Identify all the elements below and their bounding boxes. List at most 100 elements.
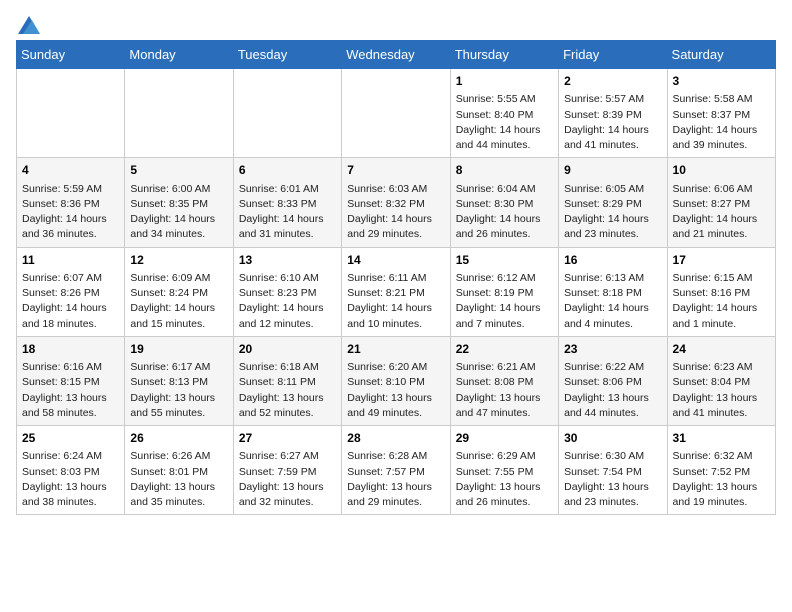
day-info: Sunrise: 6:30 AM Sunset: 7:54 PM Dayligh…: [564, 449, 661, 510]
calendar-cell: 26 Sunrise: 6:26 AM Sunset: 8:01 PM Dayli…: [125, 426, 233, 515]
logo: [16, 16, 40, 30]
calendar-week-2: 4 Sunrise: 5:59 AM Sunset: 8:36 PM Daylig…: [17, 158, 776, 247]
logo-icon: [18, 16, 40, 34]
calendar-cell: 9 Sunrise: 6:05 AM Sunset: 8:29 PM Daylig…: [559, 158, 667, 247]
day-info: Sunrise: 6:26 AM Sunset: 8:01 PM Dayligh…: [130, 449, 227, 510]
day-info: Sunrise: 6:22 AM Sunset: 8:06 PM Dayligh…: [564, 360, 661, 421]
calendar-cell: 16 Sunrise: 6:13 AM Sunset: 8:18 PM Dayli…: [559, 247, 667, 336]
day-number: 13: [239, 252, 336, 269]
day-info: Sunrise: 6:09 AM Sunset: 8:24 PM Dayligh…: [130, 271, 227, 332]
calendar-week-1: 1 Sunrise: 5:55 AM Sunset: 8:40 PM Daylig…: [17, 69, 776, 158]
day-number: 20: [239, 341, 336, 358]
day-number: 15: [456, 252, 553, 269]
calendar-week-4: 18Sunrise: 6:16 AM Sunset: 8:15 PM Dayli…: [17, 336, 776, 425]
calendar-cell: 30 Sunrise: 6:30 AM Sunset: 7:54 PM Dayli…: [559, 426, 667, 515]
calendar-cell: 31Sunrise: 6:32 AM Sunset: 7:52 PM Dayli…: [667, 426, 775, 515]
page-header: [16, 16, 776, 30]
day-number: 14: [347, 252, 444, 269]
day-number: 25: [22, 430, 119, 447]
calendar-week-5: 25 Sunrise: 6:24 AM Sunset: 8:03 PM Dayli…: [17, 426, 776, 515]
day-info: Sunrise: 5:59 AM Sunset: 8:36 PM Dayligh…: [22, 182, 119, 243]
calendar-cell: [17, 69, 125, 158]
calendar-cell: 27Sunrise: 6:27 AM Sunset: 7:59 PM Dayli…: [233, 426, 341, 515]
day-number: 24: [673, 341, 770, 358]
day-number: 4: [22, 162, 119, 179]
day-info: Sunrise: 6:29 AM Sunset: 7:55 PM Dayligh…: [456, 449, 553, 510]
day-info: Sunrise: 6:32 AM Sunset: 7:52 PM Dayligh…: [673, 449, 770, 510]
day-info: Sunrise: 5:57 AM Sunset: 8:39 PM Dayligh…: [564, 92, 661, 153]
day-info: Sunrise: 6:17 AM Sunset: 8:13 PM Dayligh…: [130, 360, 227, 421]
day-number: 17: [673, 252, 770, 269]
day-number: 16: [564, 252, 661, 269]
day-header-wednesday: Wednesday: [342, 41, 450, 69]
day-info: Sunrise: 6:05 AM Sunset: 8:29 PM Dayligh…: [564, 182, 661, 243]
day-info: Sunrise: 6:23 AM Sunset: 8:04 PM Dayligh…: [673, 360, 770, 421]
day-header-tuesday: Tuesday: [233, 41, 341, 69]
day-info: Sunrise: 6:16 AM Sunset: 8:15 PM Dayligh…: [22, 360, 119, 421]
day-header-saturday: Saturday: [667, 41, 775, 69]
day-info: Sunrise: 6:28 AM Sunset: 7:57 PM Dayligh…: [347, 449, 444, 510]
calendar-cell: 13 Sunrise: 6:10 AM Sunset: 8:23 PM Dayli…: [233, 247, 341, 336]
day-number: 29: [456, 430, 553, 447]
calendar-cell: [342, 69, 450, 158]
calendar-header-row: SundayMondayTuesdayWednesdayThursdayFrid…: [17, 41, 776, 69]
calendar-cell: [233, 69, 341, 158]
day-info: Sunrise: 6:06 AM Sunset: 8:27 PM Dayligh…: [673, 182, 770, 243]
day-info: Sunrise: 6:13 AM Sunset: 8:18 PM Dayligh…: [564, 271, 661, 332]
day-info: Sunrise: 6:01 AM Sunset: 8:33 PM Dayligh…: [239, 182, 336, 243]
calendar-cell: 5 Sunrise: 6:00 AM Sunset: 8:35 PM Daylig…: [125, 158, 233, 247]
day-number: 30: [564, 430, 661, 447]
calendar-cell: 22 Sunrise: 6:21 AM Sunset: 8:08 PM Dayli…: [450, 336, 558, 425]
day-number: 26: [130, 430, 227, 447]
day-number: 7: [347, 162, 444, 179]
day-info: Sunrise: 6:21 AM Sunset: 8:08 PM Dayligh…: [456, 360, 553, 421]
calendar-cell: 28 Sunrise: 6:28 AM Sunset: 7:57 PM Dayli…: [342, 426, 450, 515]
day-number: 1: [456, 73, 553, 90]
calendar-cell: 7 Sunrise: 6:03 AM Sunset: 8:32 PM Daylig…: [342, 158, 450, 247]
day-info: Sunrise: 6:00 AM Sunset: 8:35 PM Dayligh…: [130, 182, 227, 243]
day-header-friday: Friday: [559, 41, 667, 69]
day-number: 8: [456, 162, 553, 179]
day-number: 23: [564, 341, 661, 358]
day-number: 10: [673, 162, 770, 179]
day-number: 28: [347, 430, 444, 447]
calendar-cell: 25 Sunrise: 6:24 AM Sunset: 8:03 PM Dayli…: [17, 426, 125, 515]
calendar-cell: 18Sunrise: 6:16 AM Sunset: 8:15 PM Dayli…: [17, 336, 125, 425]
calendar-cell: 21Sunrise: 6:20 AM Sunset: 8:10 PM Dayli…: [342, 336, 450, 425]
day-info: Sunrise: 6:12 AM Sunset: 8:19 PM Dayligh…: [456, 271, 553, 332]
day-number: 27: [239, 430, 336, 447]
calendar-table: SundayMondayTuesdayWednesdayThursdayFrid…: [16, 40, 776, 515]
calendar-cell: 15 Sunrise: 6:12 AM Sunset: 8:19 PM Dayli…: [450, 247, 558, 336]
calendar-cell: 8 Sunrise: 6:04 AM Sunset: 8:30 PM Daylig…: [450, 158, 558, 247]
calendar-cell: 1 Sunrise: 5:55 AM Sunset: 8:40 PM Daylig…: [450, 69, 558, 158]
calendar-cell: 4 Sunrise: 5:59 AM Sunset: 8:36 PM Daylig…: [17, 158, 125, 247]
day-info: Sunrise: 6:10 AM Sunset: 8:23 PM Dayligh…: [239, 271, 336, 332]
calendar-cell: [125, 69, 233, 158]
day-info: Sunrise: 6:18 AM Sunset: 8:11 PM Dayligh…: [239, 360, 336, 421]
day-header-thursday: Thursday: [450, 41, 558, 69]
day-number: 21: [347, 341, 444, 358]
day-info: Sunrise: 6:07 AM Sunset: 8:26 PM Dayligh…: [22, 271, 119, 332]
day-info: Sunrise: 6:03 AM Sunset: 8:32 PM Dayligh…: [347, 182, 444, 243]
day-info: Sunrise: 6:15 AM Sunset: 8:16 PM Dayligh…: [673, 271, 770, 332]
calendar-cell: 20 Sunrise: 6:18 AM Sunset: 8:11 PM Dayli…: [233, 336, 341, 425]
day-number: 3: [673, 73, 770, 90]
day-number: 2: [564, 73, 661, 90]
day-info: Sunrise: 5:55 AM Sunset: 8:40 PM Dayligh…: [456, 92, 553, 153]
calendar-cell: 14 Sunrise: 6:11 AM Sunset: 8:21 PM Dayli…: [342, 247, 450, 336]
day-number: 22: [456, 341, 553, 358]
calendar-cell: 24 Sunrise: 6:23 AM Sunset: 8:04 PM Dayli…: [667, 336, 775, 425]
calendar-cell: 23 Sunrise: 6:22 AM Sunset: 8:06 PM Dayli…: [559, 336, 667, 425]
day-number: 5: [130, 162, 227, 179]
calendar-cell: 11Sunrise: 6:07 AM Sunset: 8:26 PM Dayli…: [17, 247, 125, 336]
day-number: 9: [564, 162, 661, 179]
day-number: 19: [130, 341, 227, 358]
day-info: Sunrise: 6:24 AM Sunset: 8:03 PM Dayligh…: [22, 449, 119, 510]
calendar-cell: 10 Sunrise: 6:06 AM Sunset: 8:27 PM Dayli…: [667, 158, 775, 247]
calendar-cell: 17 Sunrise: 6:15 AM Sunset: 8:16 PM Dayli…: [667, 247, 775, 336]
day-number: 12: [130, 252, 227, 269]
calendar-cell: 2 Sunrise: 5:57 AM Sunset: 8:39 PM Daylig…: [559, 69, 667, 158]
day-info: Sunrise: 6:11 AM Sunset: 8:21 PM Dayligh…: [347, 271, 444, 332]
day-info: Sunrise: 6:04 AM Sunset: 8:30 PM Dayligh…: [456, 182, 553, 243]
calendar-cell: 6Sunrise: 6:01 AM Sunset: 8:33 PM Daylig…: [233, 158, 341, 247]
